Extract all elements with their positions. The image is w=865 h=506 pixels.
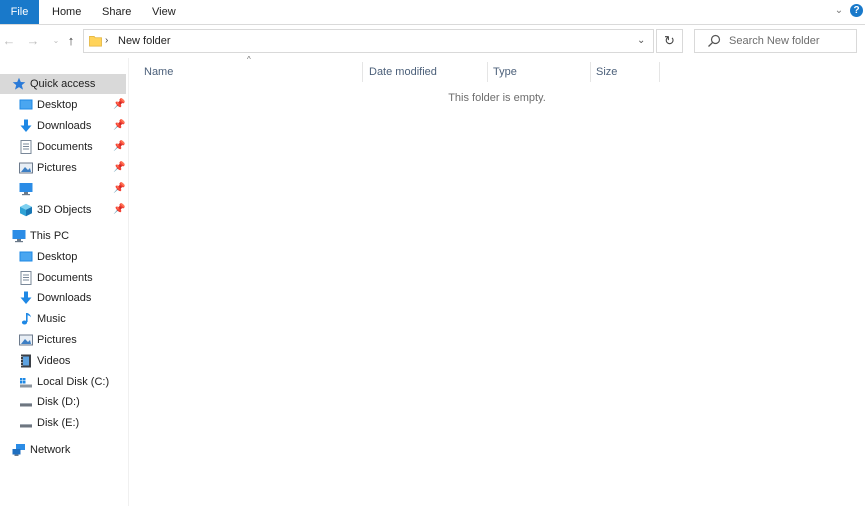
column-header-size[interactable]: Size bbox=[596, 62, 617, 82]
breadcrumb[interactable]: New folder bbox=[118, 35, 171, 47]
tab-file[interactable]: File bbox=[0, 0, 39, 24]
chevron-down-icon[interactable]: ⌄ bbox=[637, 35, 645, 46]
nav-label: Music bbox=[37, 313, 66, 325]
documents-icon bbox=[20, 271, 32, 285]
file-list[interactable]: ^ Name Date modified Type Size This fold… bbox=[129, 55, 865, 506]
pin-icon[interactable]: 📌 bbox=[113, 158, 125, 178]
column-divider[interactable] bbox=[487, 62, 488, 82]
search-box[interactable]: Search New folder bbox=[694, 29, 857, 53]
column-header-type[interactable]: Type bbox=[493, 62, 517, 82]
pin-icon[interactable]: 📌 bbox=[113, 116, 125, 136]
star-icon bbox=[12, 77, 26, 90]
back-arrow-icon[interactable]: ← bbox=[2, 34, 16, 48]
column-divider[interactable] bbox=[590, 62, 591, 82]
download-arrow-icon bbox=[20, 291, 32, 304]
nav-label: 3D Objects bbox=[37, 204, 92, 216]
nav-label: Disk (D:) bbox=[37, 396, 80, 408]
tab-home[interactable]: Home bbox=[52, 0, 81, 24]
navigation-pane: Quick access Desktop 📌 Downloads 📌 Docum… bbox=[0, 58, 129, 506]
this-pc-icon bbox=[12, 230, 26, 243]
column-divider[interactable] bbox=[659, 62, 660, 82]
address-row: ← → ⌄ ↑ › New folder ⌄ ↻ Search New fold… bbox=[0, 25, 865, 58]
disk-icon bbox=[20, 403, 32, 407]
up-arrow-icon[interactable]: ↑ bbox=[64, 34, 78, 48]
desktop-icon bbox=[19, 99, 33, 110]
disk-icon bbox=[20, 424, 32, 428]
network-icon bbox=[12, 444, 25, 456]
pin-icon[interactable]: 📌 bbox=[113, 95, 125, 115]
nav-label: Disk (E:) bbox=[37, 417, 80, 429]
nav-label: Local Disk (C:) bbox=[37, 376, 110, 388]
nav-label: Documents bbox=[37, 272, 93, 284]
pin-icon[interactable]: 📌 bbox=[113, 137, 125, 157]
tab-view[interactable]: View bbox=[152, 0, 176, 24]
expand-ribbon-icon[interactable]: ⌄ bbox=[832, 4, 846, 18]
nav-label: Videos bbox=[37, 355, 71, 367]
column-divider[interactable] bbox=[362, 62, 363, 82]
empty-folder-message: This folder is empty. bbox=[448, 92, 546, 104]
documents-icon bbox=[20, 140, 32, 154]
nav-label: Pictures bbox=[37, 334, 77, 346]
column-header-date-modified[interactable]: Date modified bbox=[369, 62, 437, 82]
address-bar[interactable]: › New folder ⌄ bbox=[83, 29, 654, 53]
column-header-name[interactable]: Name bbox=[144, 62, 173, 82]
folder-icon bbox=[89, 35, 102, 47]
nav-label: Quick access bbox=[30, 78, 96, 90]
tab-share[interactable]: Share bbox=[102, 0, 131, 24]
pin-icon[interactable]: 📌 bbox=[113, 200, 125, 220]
nav-label: Downloads bbox=[37, 120, 92, 132]
chevron-right-icon[interactable]: › bbox=[105, 35, 108, 46]
videos-icon bbox=[21, 354, 31, 368]
pin-icon[interactable]: 📌 bbox=[113, 179, 125, 199]
sort-ascending-icon: ^ bbox=[247, 55, 251, 64]
help-icon[interactable]: ? bbox=[850, 4, 863, 17]
refresh-icon: ↻ bbox=[664, 33, 675, 48]
nav-label: Desktop bbox=[37, 99, 78, 111]
nav-label: This PC bbox=[30, 230, 70, 242]
recent-locations-icon[interactable]: ⌄ bbox=[49, 34, 63, 48]
nav-label: Pictures bbox=[37, 162, 77, 174]
search-input[interactable]: Search New folder bbox=[729, 35, 820, 47]
download-arrow-icon bbox=[20, 119, 32, 132]
search-icon bbox=[708, 34, 721, 47]
ribbon: File Home Share View ⌄ ? bbox=[0, 0, 865, 25]
3d-objects-icon bbox=[20, 203, 32, 217]
pictures-icon bbox=[19, 334, 33, 346]
local-disk-icon bbox=[20, 378, 32, 388]
desktop-icon bbox=[19, 251, 33, 262]
pictures-icon bbox=[19, 162, 33, 174]
nav-label: Documents bbox=[37, 141, 93, 153]
monitor-icon bbox=[19, 183, 33, 196]
nav-label: Downloads bbox=[37, 292, 92, 304]
forward-arrow-icon[interactable]: → bbox=[26, 34, 40, 48]
music-icon bbox=[21, 313, 32, 325]
refresh-button[interactable]: ↻ bbox=[656, 29, 683, 53]
nav-label: Desktop bbox=[37, 251, 78, 263]
nav-label: Network bbox=[30, 444, 71, 456]
